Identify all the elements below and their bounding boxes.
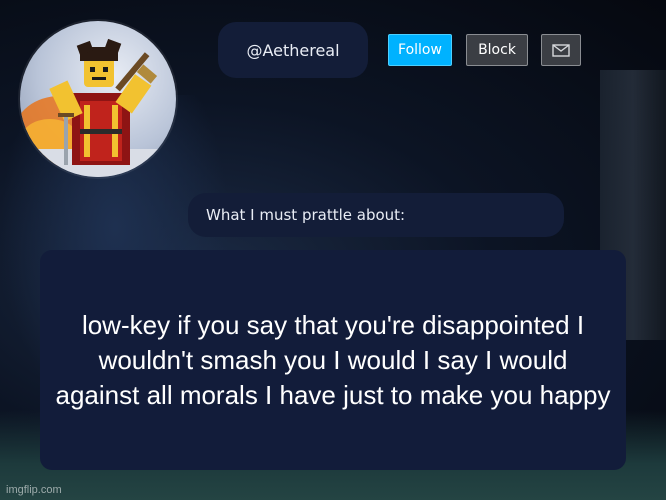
roblox-character-avatar-icon <box>20 38 176 177</box>
avatar[interactable] <box>20 21 176 177</box>
block-button[interactable]: Block <box>466 34 528 66</box>
username: @Aethereal <box>246 40 340 60</box>
mail-icon <box>552 43 570 57</box>
follow-button[interactable]: Follow <box>388 34 452 66</box>
prompt-header: What I must prattle about: <box>188 193 564 237</box>
username-pill: @Aethereal <box>218 22 368 78</box>
message-text: low-key if you say that you're disappoin… <box>55 309 611 410</box>
watermark: imgflip.com <box>6 484 62 496</box>
prompt-label: What I must prattle about: <box>206 206 406 224</box>
message-button[interactable] <box>541 34 581 66</box>
message-box: low-key if you say that you're disappoin… <box>40 250 626 470</box>
